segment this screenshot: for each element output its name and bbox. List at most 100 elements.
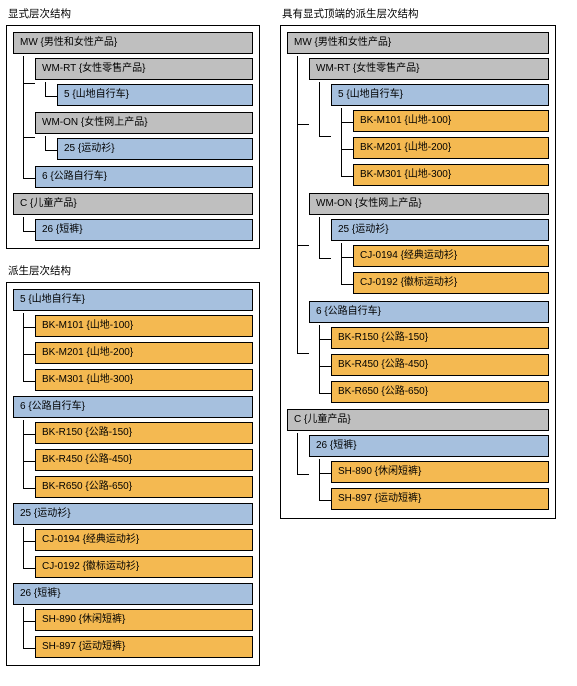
tree-row: BK-M101 {山地-100} (331, 108, 549, 135)
tree-node: CJ-0194 {经典运动衫} (353, 245, 549, 267)
tree-node: CJ-0192 {徽标运动衫} (353, 272, 549, 294)
tree-node: SH-890 {休闲短裤} (35, 609, 253, 631)
tree-node: WM-RT {女性零售产品} (309, 58, 549, 80)
tree-row: CJ-0194 {经典运动衫} (331, 243, 549, 270)
explicit-hierarchy-panel: MW {男性和女性产品} WM-RT {女性零售产品} 5 {山地自行车} WM-ON… (6, 25, 260, 249)
tree-connector (331, 108, 353, 135)
tree-connector (13, 554, 35, 581)
tree-connector (13, 164, 35, 191)
tree-node: BK-R450 {公路-450} (35, 449, 253, 471)
tree-node: SH-897 {运动短裤} (331, 488, 549, 510)
tree-node: CJ-0194 {经典运动衫} (35, 529, 253, 551)
tree-row: CJ-0192 {徽标运动衫} (331, 270, 549, 297)
tree-row: SH-897 {运动短裤} (13, 634, 253, 661)
tree-node: BK-R150 {公路-150} (35, 422, 253, 444)
tree-connector (331, 243, 353, 270)
tree-node: 26 {短裤} (309, 435, 549, 457)
tree-node: 25 {运动衫} (57, 138, 253, 160)
tree-connector (309, 217, 331, 298)
tree-connector (331, 162, 353, 189)
tree-connector (287, 56, 309, 191)
tree-connector (35, 136, 57, 163)
tree-connector (13, 217, 35, 244)
tree-node: BK-M301 {山地-300} (35, 369, 253, 391)
section-title: 具有显式顶端的派生层次结构 (282, 6, 556, 21)
tree-node: 6 {公路自行车} (35, 166, 253, 188)
tree-row: SH-897 {运动短裤} (309, 486, 549, 513)
tree-node: BK-M101 {山地-100} (353, 110, 549, 132)
tree-connector (331, 270, 353, 297)
section-title: 显式层次结构 (8, 6, 260, 21)
tree-row: WM-ON {女性网上产品}25 {运动衫}CJ-0194 {经典运动衫}CJ-… (287, 191, 549, 299)
tree-node: BK-M201 {山地-200} (35, 342, 253, 364)
tree-row: 26 {短裤} SH-890 {休闲短裤} SH-897 {运动短裤} (287, 433, 549, 514)
tree-row: 26 {短裤} (13, 217, 253, 244)
tree-connector (309, 379, 331, 406)
tree-node: MW {男性和女性产品} (13, 32, 253, 54)
tree-row: BK-R650 {公路-650} (13, 474, 253, 501)
tree-connector (13, 110, 35, 164)
tree-connector (13, 367, 35, 394)
section-title: 派生层次结构 (8, 263, 260, 278)
tree-connector (13, 420, 35, 447)
tree-connector (13, 313, 35, 340)
tree-node: WM-ON {女性网上产品} (309, 193, 549, 215)
tree-row: WM-RT {女性零售产品} 5 {山地自行车} (13, 56, 253, 110)
tree-node: CJ-0192 {徽标运动衫} (35, 556, 253, 578)
tree-node: WM-RT {女性零售产品} (35, 58, 253, 80)
tree-connector (35, 82, 57, 109)
derived-hierarchy-panel: 5 {山地自行车} BK-M101 {山地-100} BK-M201 {山地-200… (6, 282, 260, 666)
tree-row: BK-M301 {山地-300} (331, 162, 549, 189)
tree-node: MW {男性和女性产品} (287, 32, 549, 54)
diagram-root: 显式层次结构 MW {男性和女性产品}WM-RT {女性零售产品}5 {山地自行… (6, 6, 571, 680)
tree-connector (309, 459, 331, 486)
tree-node: 5 {山地自行车} (13, 289, 253, 311)
tree-connector (309, 486, 331, 513)
tree-row: 25 {运动衫}CJ-0194 {经典运动衫}CJ-0192 {徽标运动衫} (309, 217, 549, 298)
tree-row: 25 {运动衫} (35, 136, 253, 163)
tree-connector (287, 191, 309, 299)
derived-with-top-hierarchy-panel: MW {男性和女性产品} WM-RT {女性零售产品} 5 {山地自行车} BK-M1… (280, 25, 556, 519)
tree-connector (331, 135, 353, 162)
tree-connector (287, 299, 309, 407)
tree-row: BK-R450 {公路-450} (309, 352, 549, 379)
tree-connector (309, 82, 331, 190)
tree-connector (13, 527, 35, 554)
tree-row: SH-890 {休闲短裤} (309, 459, 549, 486)
right-column: 具有显式顶端的派生层次结构 MW {男性和女性产品} WM-RT {女性零售产品}… (280, 6, 556, 533)
tree-row: 5 {山地自行车} BK-M101 {山地-100} BK-M201 {山地-200… (309, 82, 549, 190)
tree-row: WM-RT {女性零售产品} 5 {山地自行车} BK-M101 {山地-100} B… (287, 56, 549, 191)
tree-node: BK-R450 {公路-450} (331, 354, 549, 376)
tree-row: BK-R650 {公路-650} (309, 379, 549, 406)
tree-node: 5 {山地自行车} (57, 84, 253, 106)
tree-row: 6 {公路自行车} (13, 164, 253, 191)
tree-row: BK-M201 {山地-200} (331, 135, 549, 162)
tree-node: C {儿童产品} (13, 193, 253, 215)
tree-row: BK-M101 {山地-100} (13, 313, 253, 340)
tree-node: 25 {运动衫} (13, 503, 253, 525)
tree-node: BK-R650 {公路-650} (331, 381, 549, 403)
tree-row: CJ-0194 {经典运动衫} (13, 527, 253, 554)
tree-node: C {儿童产品} (287, 409, 549, 431)
tree-node: BK-R150 {公路-150} (331, 327, 549, 349)
tree-connector (13, 474, 35, 501)
tree-row: 5 {山地自行车} (35, 82, 253, 109)
tree-node: 6 {公路自行车} (309, 301, 549, 323)
tree-row: BK-R150 {公路-150} (309, 325, 549, 352)
tree-connector (287, 433, 309, 514)
tree-node: BK-M301 {山地-300} (353, 164, 549, 186)
tree-node: SH-897 {运动短裤} (35, 636, 253, 658)
tree-row: SH-890 {休闲短裤} (13, 607, 253, 634)
tree-connector (309, 352, 331, 379)
tree-connector (13, 634, 35, 661)
tree-node: BK-M101 {山地-100} (35, 315, 253, 337)
tree-connector (13, 447, 35, 474)
tree-node: 26 {短裤} (35, 219, 253, 241)
tree-node: SH-890 {休闲短裤} (331, 461, 549, 483)
tree-node: WM-ON {女性网上产品} (35, 112, 253, 134)
tree-node: 6 {公路自行车} (13, 396, 253, 418)
tree-node: BK-R650 {公路-650} (35, 476, 253, 498)
tree-row: WM-ON {女性网上产品} 25 {运动衫} (13, 110, 253, 164)
tree-node: 5 {山地自行车} (331, 84, 549, 106)
tree-row: 6 {公路自行车} BK-R150 {公路-150} BK-R450 {公路-450… (287, 299, 549, 407)
